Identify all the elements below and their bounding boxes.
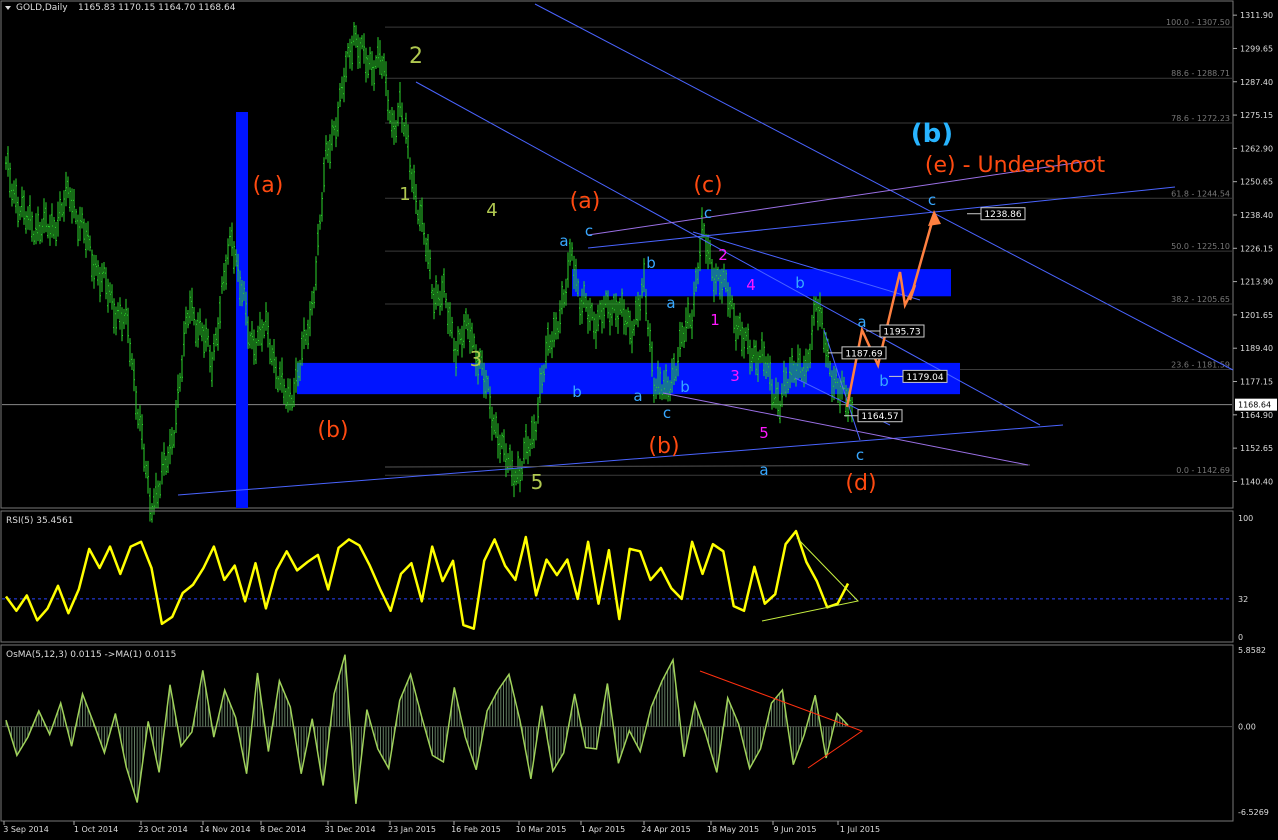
time-tick-label: 1 Jul 2015 <box>840 825 880 834</box>
price-tick-label: 1213.90 <box>1240 278 1273 287</box>
osma-tick-label: 0.00 <box>1238 723 1256 732</box>
time-tick-label: 16 Feb 2015 <box>451 825 501 834</box>
price-tick-label: 1262.90 <box>1240 144 1273 153</box>
time-tick-label: 9 Jun 2015 <box>773 825 816 834</box>
wave-label: c <box>928 191 936 209</box>
fib-label: 78.6 - 1272.23 <box>1171 114 1230 123</box>
fib-label: 50.0 - 1225.10 <box>1171 242 1230 251</box>
price-axis: 1311.90 1299.65 1287.40 1275.15 1262.90 1250.… <box>1233 11 1277 486</box>
rsi-tick-label: 0 <box>1238 633 1243 642</box>
wave-label: 5 <box>531 470 544 494</box>
wave-label: (b) <box>648 434 679 459</box>
wave-label: 4 <box>746 276 756 294</box>
wave-label: a <box>759 461 768 479</box>
wave-label: 2 <box>718 246 728 264</box>
price-tick-label: 1250.65 <box>1240 178 1273 187</box>
fib-label: 23.6 - 1181.59 <box>1171 360 1230 369</box>
wave-label: (e) - Undershoot <box>925 153 1106 178</box>
price-tick-label: 1177.15 <box>1240 378 1273 387</box>
wave-label: b <box>680 378 690 396</box>
chart-header: GOLD,Daily 1165.83 1170.15 1164.70 1168.… <box>5 3 236 13</box>
wave-label: 1 <box>710 311 720 329</box>
time-tick-label: 18 May 2015 <box>707 825 759 834</box>
wave-label: c <box>585 222 593 240</box>
wave-label: (a) <box>570 189 601 214</box>
wave-label: 1 <box>399 184 410 205</box>
fib-label: 38.2 - 1205.65 <box>1171 295 1230 304</box>
wave-label: c <box>856 446 864 464</box>
wave-label: c <box>704 204 712 222</box>
price-box-label: 1179.04 <box>906 373 943 383</box>
chart-background <box>0 0 1278 840</box>
wave-label: b <box>572 383 582 401</box>
time-tick-label: 8 Dec 2014 <box>260 825 306 834</box>
price-zone <box>297 362 960 395</box>
price-tick-label: 1201.65 <box>1240 311 1273 320</box>
price-tick-label: 1152.65 <box>1240 444 1273 453</box>
wave-label: 3 <box>470 347 483 371</box>
osma-title: OsMA(5,12,3) 0.0115 ->MA(1) 0.0115 <box>6 650 176 660</box>
price-tick-label: 1287.40 <box>1240 78 1273 87</box>
wave-label: a <box>633 387 642 405</box>
price-tick-label: 1238.40 <box>1240 211 1273 220</box>
price-tick-label: 1140.40 <box>1240 477 1273 486</box>
wave-label: 5 <box>759 424 769 442</box>
price-box-label: 1195.73 <box>883 328 920 338</box>
price-tick-label: 1189.40 <box>1240 344 1273 353</box>
price-tick-label: 1226.15 <box>1240 244 1273 253</box>
current-price-label: 1168.64 <box>1238 401 1271 410</box>
osma-tick-label: 5.8582 <box>1238 646 1266 655</box>
price-tick-label: 1164.90 <box>1240 411 1273 420</box>
price-tick-label: 1275.15 <box>1240 111 1273 120</box>
price-tick-label: 1299.65 <box>1240 44 1273 53</box>
price-box-label: 1164.57 <box>861 412 898 422</box>
ohlc-readout: 1165.83 1170.15 1164.70 1168.64 <box>78 3 236 13</box>
price-tick-label: 1311.90 <box>1240 11 1273 20</box>
fib-label: 100.0 - 1307.50 <box>1166 18 1230 27</box>
symbol-label: GOLD,Daily <box>16 3 68 13</box>
wave-label: b <box>795 274 805 292</box>
wave-label: (a) <box>253 173 284 198</box>
wave-label: (b) <box>317 418 348 443</box>
rsi-title: RSI(5) 35.4561 <box>6 516 73 526</box>
chart-canvas: 100.0 - 1307.50 88.6 - 1288.71 78.6 - 1272… <box>0 0 1278 840</box>
fib-label: 61.8 - 1244.54 <box>1171 189 1230 198</box>
wave-label: 4 <box>486 200 497 221</box>
price-box-label: 1187.69 <box>845 349 882 359</box>
wave-label: a <box>857 313 866 331</box>
time-tick-label: 14 Nov 2014 <box>199 825 250 834</box>
wave-label: c <box>663 404 671 422</box>
wave-label: a <box>666 294 675 312</box>
osma-tick-label: -6.5269 <box>1238 808 1269 817</box>
wave-label: 2 <box>409 44 423 69</box>
rsi-tick-label: 32 <box>1238 595 1248 604</box>
fib-label: 88.6 - 1288.71 <box>1171 69 1230 78</box>
time-tick-label: 31 Dec 2014 <box>324 825 375 834</box>
rsi-tick-label: 100 <box>1238 514 1253 523</box>
wave-label: (d) <box>845 471 876 496</box>
time-tick-label: 23 Oct 2014 <box>138 825 187 834</box>
wave-label: 3 <box>730 367 740 385</box>
time-tick-label: 23 Jan 2015 <box>388 825 436 834</box>
time-tick-label: 24 Apr 2015 <box>641 825 690 834</box>
time-tick-label: 10 Mar 2015 <box>516 825 567 834</box>
wave-label: b <box>646 254 656 272</box>
wave-label: (b) <box>911 119 953 149</box>
price-box-label: 1238.86 <box>984 210 1021 220</box>
wave-label: (c) <box>693 173 722 198</box>
time-tick-label: 3 Sep 2014 <box>3 825 49 834</box>
time-tick-label: 1 Apr 2015 <box>581 825 625 834</box>
wave-label: a <box>559 232 568 250</box>
time-tick-label: 1 Oct 2014 <box>74 825 118 834</box>
fib-label: 0.0 - 1142.69 <box>1176 466 1230 475</box>
wave-label: b <box>879 372 889 390</box>
